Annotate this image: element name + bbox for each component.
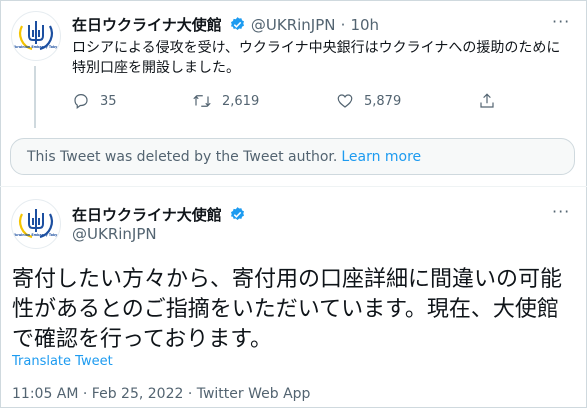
translate-tweet-link[interactable]: Translate Tweet [12, 354, 113, 369]
avatar[interactable]: Ukrainian Embassy Tokyo [11, 199, 61, 249]
reply-count: 35 [100, 93, 117, 109]
avatar-label: Ukrainian Embassy Tokyo [12, 233, 60, 237]
handle[interactable]: @UKRinJPN [251, 16, 336, 34]
retweet-button[interactable]: 2,619 [192, 92, 259, 110]
display-name[interactable]: 在日ウクライナ大使館 [72, 16, 222, 34]
thread-line [34, 66, 36, 128]
verified-icon [230, 207, 244, 220]
like-count: 5,879 [364, 93, 402, 109]
separator: · [340, 16, 346, 34]
learn-more-link[interactable]: Learn more [341, 149, 421, 165]
more-icon[interactable]: ··· [552, 202, 570, 221]
retweet-count: 2,619 [222, 93, 260, 109]
deleted-tweet-notice: This Tweet was deleted by the Tweet auth… [10, 138, 575, 175]
retweet-icon [193, 95, 211, 107]
handle[interactable]: @UKRinJPN [72, 225, 157, 243]
tweet-text: 寄付したい方々から、寄付用の口座詳細に間違いの可能性があるとのご指摘をいただいて… [12, 267, 563, 352]
avatar-label: Ukrainian Embassy Tokyo [12, 45, 60, 49]
reply-button[interactable]: 35 [72, 92, 117, 110]
reply-icon [74, 94, 88, 109]
share-button[interactable] [478, 92, 506, 110]
like-button[interactable]: 5,879 [336, 92, 401, 110]
avatar[interactable]: Ukrainian Embassy Tokyo [11, 11, 61, 61]
verified-icon [230, 17, 244, 30]
timestamp[interactable]: 10h [350, 16, 379, 34]
divider [0, 186, 587, 187]
tweet-text: ロシアによる侵攻を受け、ウクライナ中央銀行はウクライナへの援助のために特別口座を… [72, 40, 561, 76]
share-icon [480, 93, 494, 108]
deleted-notice-text: This Tweet was deleted by the Tweet auth… [27, 149, 338, 165]
trident-icon [19, 21, 53, 51]
display-name[interactable]: 在日ウクライナ大使館 [72, 206, 222, 224]
tweet2-name-row: 在日ウクライナ大使館 [72, 204, 246, 225]
trident-icon [19, 209, 53, 239]
tweet-metadata[interactable]: 11:05 AM · Feb 25, 2022 · Twitter Web Ap… [12, 386, 310, 402]
like-icon [337, 94, 353, 108]
more-icon[interactable]: ··· [552, 12, 570, 31]
tweet1-header: 在日ウクライナ大使館 @UKRinJPN · 10h [72, 14, 379, 35]
